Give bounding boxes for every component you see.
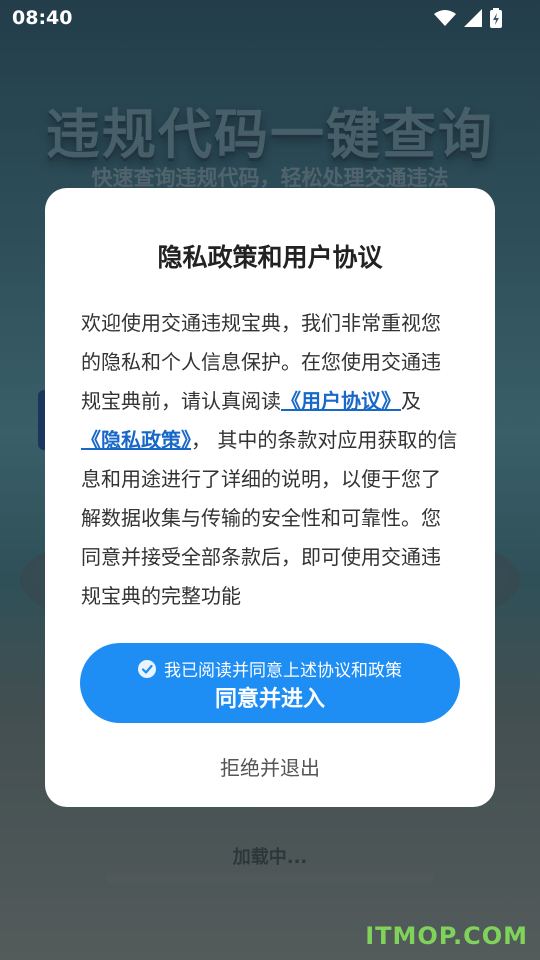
agree-button-label: 同意并进入	[214, 687, 325, 712]
check-circle-icon[interactable]	[138, 659, 156, 678]
privacy-dialog: 隐私政策和用户协议 欢迎使用交通违规宝典，我们非常重视您的隐私和个人信息保护。在…	[45, 188, 495, 807]
and-text: 及	[401, 389, 421, 413]
agree-checkbox-row[interactable]: 我已阅读并同意上述协议和政策	[80, 656, 460, 681]
reject-button[interactable]: 拒绝并退出	[45, 752, 495, 781]
battery-charging-icon	[490, 8, 502, 28]
status-time: 08:40	[12, 7, 73, 29]
status-bar: 08:40	[0, 0, 540, 36]
dialog-body: 欢迎使用交通违规宝典，我们非常重视您的隐私和个人信息保护。在您使用交通违规宝典前…	[81, 304, 459, 616]
agree-check-label: 我已阅读并同意上述协议和政策	[164, 661, 402, 681]
agree-button[interactable]: 我已阅读并同意上述协议和政策 同意并进入	[80, 643, 460, 723]
status-icons	[434, 8, 502, 28]
body-text-2: ， 其中的条款对应用获取的信息和用途进行了详细的说明，以便于您了解数据收集与传输…	[81, 428, 458, 608]
user-agreement-link[interactable]: 《用户协议》	[281, 389, 401, 413]
watermark-logo: ITMOP.COM	[365, 922, 528, 950]
dialog-title: 隐私政策和用户协议	[157, 243, 383, 272]
wifi-icon	[434, 9, 456, 27]
signal-icon	[464, 9, 482, 27]
privacy-policy-link[interactable]: 《隐私政策》	[81, 428, 191, 452]
